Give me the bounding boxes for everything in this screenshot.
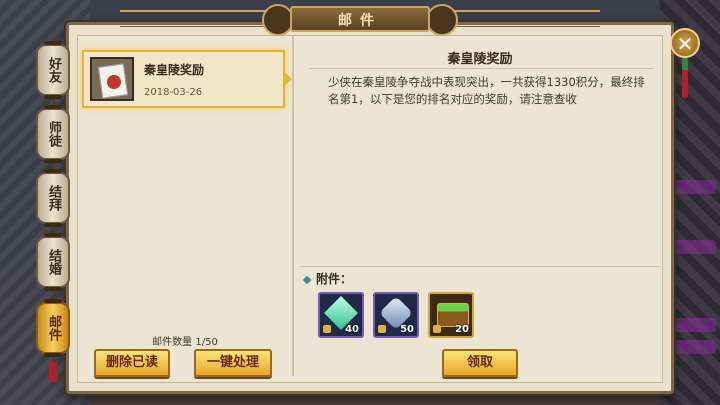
lantern-cap [44,159,62,163]
lantern-cap [44,287,62,291]
ornament-knot [426,4,458,36]
mail-list-item[interactable]: 秦皇陵奖励 2018-03-26 [82,50,292,108]
lantern-cap [44,169,62,173]
lock-icon [323,325,331,333]
lantern-cap [44,105,62,109]
attachment-item-crystal[interactable]: 40 [318,292,364,338]
detail-divider [310,68,654,69]
attachment-divider [300,266,660,267]
lock-icon [378,325,386,333]
delete-read-button[interactable]: 删除已读 [94,349,170,377]
close-button[interactable]: ✕ [670,28,700,58]
sealed-letter-icon [90,57,134,101]
lantern-cap [44,95,62,99]
lock-icon [433,325,441,333]
claim-button[interactable]: 领取 [442,349,518,377]
lantern-cap [44,353,62,357]
window-title: 邮件 [290,6,430,32]
selected-arrow [284,72,292,86]
tab-mail[interactable]: 邮件 [36,299,70,357]
lantern-cap [44,223,62,227]
mail-detail-body: 少侠在秦皇陵争夺战中表现突出，一共获得1330积分，最终排名第1，以下是您的排名… [328,75,645,106]
mail-count: 邮件数量 1/50 [152,337,218,348]
attachments-label: 附件： [316,272,353,286]
mail-detail-title: 秦皇陵奖励 [447,52,513,67]
lantern-cap [44,299,62,303]
column-divider [292,36,294,376]
attachment-qty: 50 [400,324,414,335]
attachment-item-chest[interactable]: 20 [428,292,474,338]
tab-label-0: 好友 [46,57,61,83]
diamond-bullet-icon [302,275,312,285]
tab-label-4: 邮件 [46,315,61,341]
lantern-cap [44,41,62,45]
tab-label-3: 结婚 [46,249,61,275]
lantern-cap [44,233,62,237]
attachments-heading: 附件： [302,270,353,287]
attachment-item-ore[interactable]: 50 [373,292,419,338]
title-ornament-left [120,4,294,36]
tab-master-apprentice[interactable]: 师徒 [36,105,70,163]
tab-marriage[interactable]: 结婚 [36,233,70,291]
mail-item-date: 2018-03-26 [144,87,203,98]
tab-friends[interactable]: 好友 [36,41,70,99]
mail-item-title: 秦皇陵奖励 [144,63,205,77]
tab-sworn-brothers[interactable]: 结拜 [36,169,70,227]
letter-seal [107,75,121,89]
attachment-qty: 40 [345,324,359,335]
tab-label-1: 师徒 [46,121,61,147]
process-all-button[interactable]: 一键处理 [194,349,272,377]
attachment-qty: 20 [455,324,469,335]
tassel-decoration [49,362,57,382]
close-tassel-decoration [682,58,688,98]
tab-label-2: 结拜 [46,185,61,211]
title-ornament-right [426,4,600,36]
